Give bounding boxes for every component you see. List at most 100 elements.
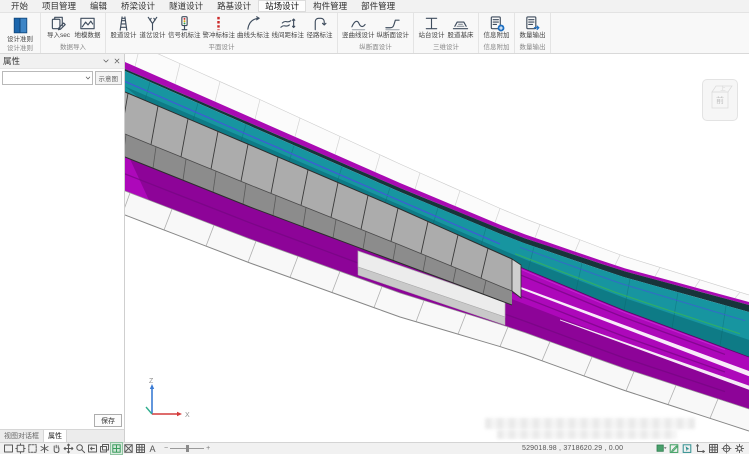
地模数据-button[interactable]: 地模数据	[73, 14, 102, 40]
导入sec-button[interactable]: 导入sec	[44, 14, 73, 40]
数量输出-button[interactable]: 数量输出	[518, 14, 547, 40]
chevron-down-icon[interactable]	[102, 57, 110, 65]
platform-design-icon	[423, 15, 440, 32]
ribbon-button-label: 信息附加	[484, 33, 510, 40]
shaded-view-tool[interactable]	[111, 443, 122, 454]
panel-tab-1[interactable]: 视图对话框	[0, 430, 43, 442]
status-bar: A − + 529018.98 , 3718620.29 , 0.00	[0, 442, 749, 454]
竖曲线设计-button[interactable]: 竖曲线设计	[341, 14, 376, 40]
panel-title: 属性	[3, 55, 20, 67]
3d-model-canvas[interactable]	[125, 54, 749, 442]
settings-gear[interactable]	[734, 443, 745, 454]
menu-tab-6[interactable]: 路基设计	[210, 0, 258, 12]
信号机标注-button[interactable]: 信号机标注	[167, 14, 202, 40]
route-annotation-icon	[311, 15, 328, 32]
ribbon-button-label: 地模数据	[75, 33, 101, 40]
text-style-tool[interactable]: A	[147, 443, 158, 454]
股道设计-button[interactable]: 股道设计	[109, 14, 138, 40]
zoom-slider[interactable]: − +	[164, 445, 210, 452]
new-view-tool[interactable]	[3, 443, 14, 454]
axis-x-label: X	[185, 412, 190, 419]
ribbon-button-label: 股道基床	[448, 33, 474, 40]
design-rule-icon	[10, 15, 31, 36]
layers-tool[interactable]	[99, 443, 110, 454]
3d-viewport[interactable]: 上 前 Z X	[125, 54, 749, 442]
display-style-tool[interactable]	[656, 443, 667, 454]
ribbon: 设计准则设计准则导入sec地模数据数据导入股道设计道岔设计信号机标注警冲标标注曲…	[0, 13, 749, 54]
main-area: 属性 示意图 保存 视图对话框属性 上 前	[0, 54, 749, 442]
fit-view-tool[interactable]	[15, 443, 26, 454]
股道基床-button[interactable]: 股道基床	[446, 14, 475, 40]
站台设计-button[interactable]: 站台设计	[417, 14, 446, 40]
ribbon-button-label: 竖曲线设计	[342, 33, 375, 40]
ribbon-group-7: 数量输出数量输出	[515, 13, 551, 53]
menu-tab-3[interactable]: 编辑	[83, 0, 114, 12]
曲线头标注-button[interactable]: 曲线头标注	[236, 14, 271, 40]
regen-tool[interactable]	[39, 443, 50, 454]
edit-mode-tool[interactable]	[669, 443, 680, 454]
panel-bottom-tabs: 视图对话框属性	[0, 429, 124, 442]
ribbon-group-label: 设计准则	[3, 44, 37, 54]
ribbon-group-label: 数量输出	[518, 43, 547, 53]
zoom-slider-handle[interactable]	[186, 445, 189, 452]
信息附加-button[interactable]: 信息附加	[482, 14, 511, 40]
纵断面设计-button[interactable]: 纵断面设计	[376, 14, 411, 40]
property-combobox[interactable]	[2, 71, 93, 85]
menu-tab-8[interactable]: 构件管理	[306, 0, 354, 12]
zoom-tool[interactable]	[75, 443, 86, 454]
pan-tool[interactable]	[51, 443, 62, 454]
schematic-button[interactable]: 示意图	[95, 71, 123, 85]
menu-tab-1[interactable]: 开始	[4, 0, 35, 12]
ribbon-button-label: 警冲标标注	[203, 33, 236, 40]
watermark	[497, 430, 677, 439]
turnout-design-icon	[144, 15, 161, 32]
线间距标注-button[interactable]: 线间距标注	[271, 14, 306, 40]
ribbon-group-label: 平面设计	[109, 43, 334, 53]
properties-panel-header: 属性	[0, 54, 124, 69]
previous-view-tool[interactable]	[87, 443, 98, 454]
save-button[interactable]: 保存	[94, 414, 122, 427]
ribbon-group-3: 股道设计道岔设计信号机标注警冲标标注曲线头标注线间距标注径路标注平面设计	[106, 13, 338, 53]
close-icon[interactable]	[113, 57, 121, 65]
application-window: { "menu": { "tabs": ["开始","项目管理","编辑","桥…	[0, 0, 749, 455]
zoom-in-button[interactable]: +	[206, 445, 210, 452]
view-cube-front-label: 前	[716, 95, 724, 105]
道岔设计-button[interactable]: 道岔设计	[138, 14, 167, 40]
zoom-slider-track[interactable]	[170, 448, 204, 449]
设计准则-button[interactable]: 设计准则	[3, 14, 37, 44]
axis-z-label: Z	[149, 378, 154, 385]
status-right-tools	[656, 443, 745, 454]
menu-tab-4[interactable]: 桥梁设计	[114, 0, 162, 12]
ribbon-button-label: 信号机标注	[168, 33, 201, 40]
grid-snap-tool[interactable]	[708, 443, 719, 454]
zoom-out-button[interactable]: −	[164, 445, 168, 452]
警冲标标注-button[interactable]: 警冲标标注	[202, 14, 237, 40]
track-design-icon	[115, 15, 132, 32]
info-attach-icon	[488, 15, 505, 32]
menu-tab-7[interactable]: 站场设计	[258, 0, 306, 12]
vertical-curve-design-icon	[350, 15, 367, 32]
slab-end-cap	[512, 259, 521, 298]
properties-body	[0, 87, 124, 413]
grid-view-tool[interactable]	[135, 443, 146, 454]
menu-tab-9[interactable]: 部件管理	[354, 0, 402, 12]
select-mode-tool[interactable]	[682, 443, 693, 454]
view-tool-strip: A	[0, 443, 158, 454]
svg-text:A: A	[149, 444, 155, 454]
view-cube-top-label: 上	[720, 85, 726, 93]
wireframe-view-tool[interactable]	[123, 443, 134, 454]
ribbon-group-5: 站台设计股道基床三维设计	[414, 13, 479, 53]
径路标注-button[interactable]: 径路标注	[305, 14, 334, 40]
view-cube[interactable]: 上 前	[702, 79, 738, 121]
menu-tab-5[interactable]: 隧道设计	[162, 0, 210, 12]
panel-tab-2[interactable]: 属性	[43, 430, 67, 442]
move-tool[interactable]	[63, 443, 74, 454]
window-zoom-tool[interactable]	[27, 443, 38, 454]
ribbon-group-4: 竖曲线设计纵断面设计纵断面设计	[338, 13, 414, 53]
properties-controls: 示意图	[0, 69, 124, 87]
ucs-tool[interactable]	[695, 443, 706, 454]
menu-tab-2[interactable]: 项目管理	[35, 0, 83, 12]
quantity-output-icon	[524, 15, 541, 32]
ribbon-button-label: 径路标注	[307, 33, 333, 40]
object-snap-tool[interactable]	[721, 443, 732, 454]
